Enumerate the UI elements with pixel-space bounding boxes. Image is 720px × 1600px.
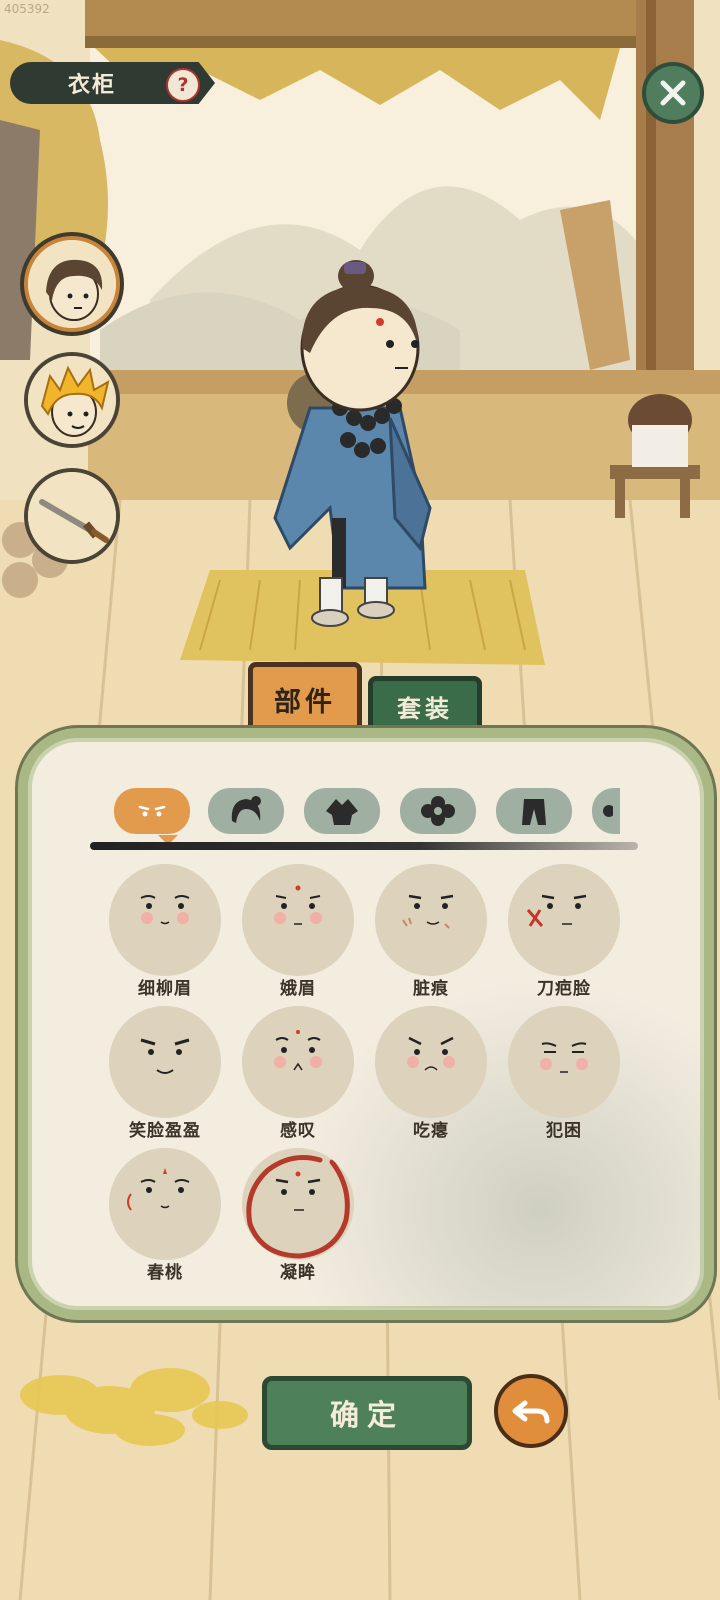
brush-divider: [90, 842, 638, 850]
close-icon: [660, 80, 686, 106]
face-item[interactable]: 娥眉: [241, 864, 355, 999]
face-preview-icon: [242, 864, 354, 976]
face-item[interactable]: 感叹: [241, 1006, 355, 1141]
build-id: 405392: [4, 2, 50, 16]
hair-icon: [231, 796, 261, 823]
face-label: 刀疤脸: [537, 979, 591, 999]
character-golden-hair-button[interactable]: [24, 352, 120, 448]
tab-parts[interactable]: 部件: [248, 662, 362, 736]
face-preview-icon: [375, 864, 487, 976]
sword-item-button[interactable]: [24, 468, 120, 564]
sword-icon: [28, 472, 116, 560]
item-panel: 细柳眉 娥眉 脏痕 刀疤脸 笑脸盈盈 感叹 吃瘪 犯困 春桃 凝眸: [18, 728, 714, 1320]
face-item[interactable]: 细柳眉: [108, 864, 222, 999]
character-brown-hair-button[interactable]: [24, 236, 120, 332]
face-item[interactable]: 刀疤脸: [507, 864, 621, 999]
category-hair-tab[interactable]: [208, 788, 284, 834]
face-label: 春桃: [147, 1263, 183, 1283]
face-item[interactable]: 脏痕: [374, 864, 488, 999]
face-preview-icon: [242, 1148, 354, 1260]
character-preview: [273, 260, 432, 627]
undo-button[interactable]: [494, 1374, 568, 1448]
face-item[interactable]: 笑脸盈盈: [108, 1006, 222, 1141]
flower-icon: [421, 796, 455, 826]
question-icon[interactable]: ?: [166, 68, 200, 102]
face-item-selected[interactable]: 凝眸: [241, 1148, 355, 1283]
face-preview-icon: [508, 864, 620, 976]
clothing-icon: [326, 799, 358, 825]
more-icon: [603, 805, 613, 817]
category-more-tab[interactable]: [592, 788, 620, 834]
face-preview-icon: [508, 1006, 620, 1118]
face-item[interactable]: 春桃: [108, 1148, 222, 1283]
face-preview-icon: [242, 1006, 354, 1118]
face-icon: [138, 805, 166, 817]
face-preview-icon: [109, 864, 221, 976]
face-label: 犯困: [546, 1121, 582, 1141]
category-pants-tab[interactable]: [496, 788, 572, 834]
face-label: 吃瘪: [413, 1121, 449, 1141]
close-button[interactable]: [642, 62, 704, 124]
confirm-button[interactable]: 确定: [262, 1376, 472, 1450]
brown-hair-avatar-icon: [28, 240, 116, 328]
face-label: 感叹: [280, 1121, 316, 1141]
category-flower-tab[interactable]: [400, 788, 476, 834]
face-preview-icon: [375, 1006, 487, 1118]
pants-icon: [522, 799, 546, 825]
golden-hair-avatar-icon: [28, 356, 116, 444]
face-label: 细柳眉: [138, 979, 192, 999]
category-face-tab[interactable]: [114, 788, 190, 834]
face-label: 脏痕: [413, 979, 449, 999]
category-clothing-tab[interactable]: [304, 788, 380, 834]
page-title: 衣柜: [68, 72, 117, 98]
face-label: 凝眸: [280, 1263, 316, 1283]
face-label: 娥眉: [280, 979, 316, 999]
face-item[interactable]: 吃瘪: [374, 1006, 488, 1141]
face-preview-icon: [109, 1006, 221, 1118]
face-label: 笑脸盈盈: [129, 1121, 201, 1141]
tab-sets[interactable]: 套装: [368, 676, 482, 736]
face-preview-icon: [109, 1148, 221, 1260]
face-item[interactable]: 犯困: [507, 1006, 621, 1141]
undo-icon: [512, 1400, 550, 1424]
